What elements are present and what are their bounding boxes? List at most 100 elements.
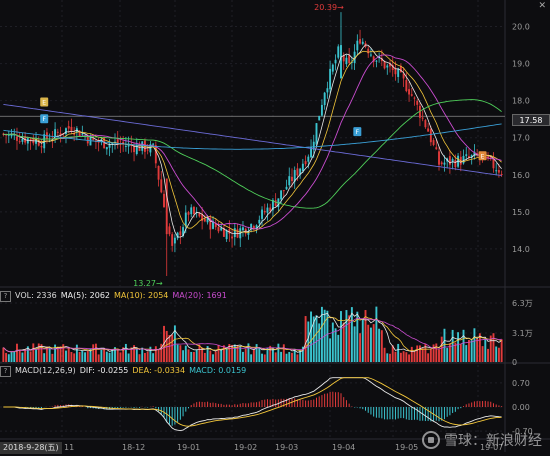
- candle-body: [65, 128, 67, 135]
- candle-body: [416, 100, 419, 105]
- candle-body: [203, 218, 206, 222]
- volume-bar: [361, 318, 364, 362]
- volume-bar: [7, 354, 10, 362]
- vol-value: VOL: 2336: [15, 291, 57, 300]
- candle-body: [231, 236, 234, 239]
- volume-bar: [195, 349, 198, 362]
- candle-body: [326, 88, 329, 93]
- candle-body: [81, 133, 84, 135]
- volume-bar: [394, 351, 397, 362]
- volume-bar: [24, 349, 27, 362]
- volume-bar: [73, 353, 76, 362]
- candle-body: [157, 165, 160, 180]
- volume-bar: [280, 351, 283, 362]
- volume-bar: [342, 322, 345, 362]
- candle-body: [432, 140, 435, 145]
- candle-body: [304, 161, 307, 165]
- volume-bar: [446, 347, 449, 362]
- candle-body: [258, 219, 261, 224]
- volume-bar: [242, 351, 244, 362]
- stock-chart: 11 18-12 19-01 19-02 19-03 19-04 19-05 19-0720.…: [0, 0, 550, 452]
- candle-body: [190, 207, 193, 215]
- volume-bar: [171, 334, 174, 362]
- volume-bar: [252, 349, 255, 362]
- volume-bar: [105, 351, 108, 362]
- volume-bar: [143, 352, 146, 362]
- candle-body: [337, 46, 340, 58]
- volume-bar: [263, 354, 266, 362]
- volume-bar: [435, 343, 438, 362]
- candle-body: [184, 212, 187, 227]
- candle-body: [266, 207, 269, 213]
- vol-ma5: MA(5): 2062: [60, 291, 110, 300]
- candle-body: [435, 147, 438, 150]
- candle-body: [21, 138, 24, 142]
- candle-body: [18, 141, 21, 143]
- volume-bar: [187, 349, 190, 362]
- volume-bar: [282, 344, 285, 362]
- candle-body: [361, 41, 364, 44]
- volume-ma10-line: [3, 316, 502, 353]
- candle-body: [291, 176, 293, 182]
- volume-bar: [176, 344, 179, 362]
- candle-body: [263, 210, 266, 213]
- candle-body: [301, 163, 304, 171]
- candle-body: [331, 64, 334, 72]
- candle-body: [413, 97, 416, 99]
- event-marker-label: E: [481, 153, 485, 160]
- low-price-annotation: 13.27→: [133, 279, 163, 288]
- volume-bar: [277, 343, 280, 362]
- candle-body: [163, 193, 165, 208]
- high-price-annotation: 20.39→: [314, 3, 344, 12]
- volume-bar: [299, 350, 302, 362]
- candle-body: [367, 48, 370, 54]
- candle-body: [282, 190, 285, 192]
- candle-body: [146, 149, 149, 151]
- candle-body: [408, 89, 411, 95]
- volume-bar: [375, 306, 378, 362]
- help-icon[interactable]: ?: [0, 366, 11, 377]
- candle-body: [386, 65, 389, 68]
- volume-bar: [32, 343, 35, 362]
- candle-body: [397, 68, 400, 77]
- y-tick-label: 18.0: [512, 97, 530, 106]
- y-tick-label: 17.0: [512, 134, 530, 143]
- candle-body: [165, 178, 168, 235]
- volume-bar: [497, 347, 500, 362]
- volume-bar: [389, 353, 391, 362]
- volume-bar: [103, 348, 106, 362]
- volume-bar: [152, 353, 155, 362]
- candle-body: [133, 146, 136, 153]
- volume-bar: [345, 310, 348, 362]
- help-icon[interactable]: ?: [0, 291, 11, 302]
- volume-bar: [383, 347, 386, 362]
- x-tick-label: 19-04: [332, 443, 355, 452]
- candle-body: [152, 143, 155, 145]
- vol-ma10: MA(10): 2054: [114, 291, 169, 300]
- watermark-text: 雪球：新浪财经: [444, 433, 542, 449]
- ma20-line: [3, 54, 502, 230]
- volume-bar: [35, 349, 37, 362]
- candle-body: [285, 186, 288, 190]
- volume-bar: [138, 354, 141, 362]
- candle-body: [410, 94, 413, 96]
- volume-bar: [419, 345, 421, 362]
- volume-bar: [413, 351, 416, 362]
- volume-bar: [285, 353, 288, 362]
- volume-bar: [438, 349, 440, 362]
- volume-bar: [168, 335, 171, 362]
- close-icon[interactable]: ✕: [538, 1, 546, 11]
- volume-bar: [222, 345, 225, 362]
- candle-body: [500, 174, 503, 176]
- volume-bar: [81, 350, 84, 362]
- candle-body: [427, 128, 430, 132]
- volume-bar: [65, 350, 67, 362]
- candle-body: [462, 155, 465, 164]
- volume-bar: [21, 352, 24, 362]
- candle-body: [160, 179, 163, 193]
- volume-bar: [380, 330, 383, 362]
- volume-bar: [274, 352, 277, 362]
- candle-body: [105, 147, 108, 150]
- volume-bar: [244, 348, 247, 362]
- volume-bar: [353, 326, 356, 362]
